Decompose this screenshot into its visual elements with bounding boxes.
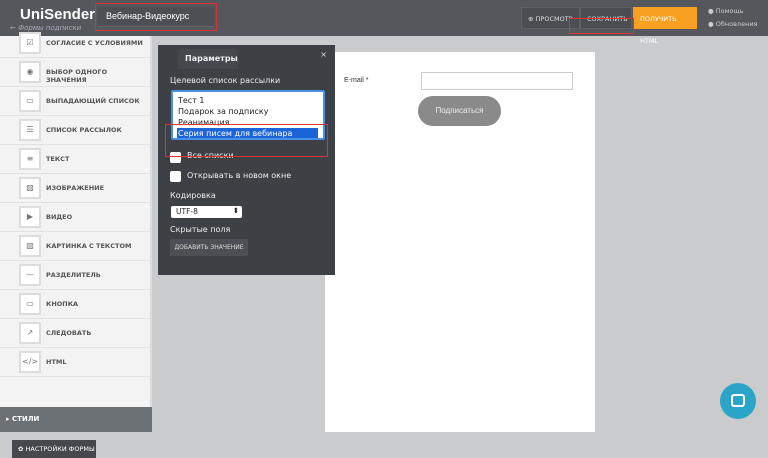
list-option[interactable]: Тест 1 <box>173 95 323 106</box>
sidebar-item[interactable]: ☑ СОГЛАСИЕ С УСЛОВИЯМИ <box>0 29 150 58</box>
sidebar-item-label: ВЫБОР ОДНОГО ЗНАЧЕНИЯ <box>46 68 108 84</box>
sidebar-item[interactable]: ▶ ВИДЕО <box>0 203 150 232</box>
target-list-label: Целевой список рассылки <box>170 76 281 85</box>
select-arrows-icon: ⬍ <box>232 206 239 215</box>
email-label: E-mail * <box>344 77 369 84</box>
styles-section-toggle[interactable]: ▸ СТИЛИ <box>0 407 152 432</box>
sidebar-item-label: ТЕКСТ <box>46 155 70 163</box>
sidebar-item[interactable]: ◉ ВЫБОР ОДНОГО ЗНАЧЕНИЯ <box>0 58 150 87</box>
element-icon: ☑ <box>19 32 41 54</box>
logo: UniSender <box>20 6 96 23</box>
highlight-box <box>165 124 328 157</box>
sidebar-item-label: КНОПКА <box>46 300 79 308</box>
element-icon: ▨ <box>19 235 41 257</box>
sidebar-item-label: ВЫПАДАЮЩИЙ СПИСОК <box>46 97 140 105</box>
list-option[interactable]: Подарок за подписку <box>173 106 323 117</box>
sidebar-item-label: HTML <box>46 358 67 366</box>
sidebar-item[interactable]: — РАЗДЕЛИТЕЛЬ <box>0 261 150 290</box>
sidebar-item[interactable]: ≡ ТЕКСТ <box>0 145 150 174</box>
sidebar-item-label: ИЗОБРАЖЕНИЕ <box>46 184 105 192</box>
element-icon: ▭ <box>19 293 41 315</box>
hidden-fields-label: Скрытые поля <box>170 225 231 234</box>
new-window-label: Открывать в новом окне <box>187 171 292 180</box>
get-html-button[interactable]: ПОЛУЧИТЬ HTML <box>633 7 697 45</box>
element-icon: ↗ <box>19 322 41 344</box>
element-icon: ☰ <box>19 119 41 141</box>
new-window-checkbox[interactable] <box>170 171 181 182</box>
highlight-box <box>95 3 217 31</box>
element-icon: ▶ <box>19 206 41 228</box>
tab-parameters[interactable]: Параметры <box>178 49 238 69</box>
sidebar-item[interactable]: ↗ СЛЕДОВАТЬ <box>0 319 150 348</box>
element-icon: ◉ <box>19 61 41 83</box>
sidebar-item[interactable]: ▭ КНОПКА <box>0 290 150 319</box>
element-icon: ▨ <box>19 177 41 199</box>
highlight-box <box>569 18 634 34</box>
sidebar-item[interactable]: ▭ ВЫПАДАЮЩИЙ СПИСОК <box>0 87 150 116</box>
sidebar-item[interactable]: ▨ ИЗОБРАЖЕНИЕ <box>0 174 150 203</box>
gear-icon: ✿ <box>18 445 26 453</box>
sidebar-item[interactable]: ▨ КАРТИНКА С ТЕКСТОМ <box>0 232 150 261</box>
sidebar-item-label: СОГЛАСИЕ С УСЛОВИЯМИ <box>46 39 143 47</box>
sidebar-item-label: КАРТИНКА С ТЕКСТОМ <box>46 242 132 250</box>
form-settings-button[interactable]: ✿ НАСТРОЙКИ ФОРМЫ <box>12 440 96 458</box>
sidebar-item-label: СПИСОК РАССЫЛОК <box>46 126 122 134</box>
encoding-select[interactable]: UTF-8 ⬍ <box>171 206 242 218</box>
element-icon: ≡ <box>19 148 41 170</box>
subscribe-button[interactable]: Подписаться <box>418 96 501 126</box>
encoding-label: Кодировка <box>170 191 216 200</box>
close-icon[interactable]: × <box>320 50 327 59</box>
sidebar: ☑ СОГЛАСИЕ С УСЛОВИЯМИ ◉ ВЫБОР ОДНОГО ЗНАЧЕ… <box>0 32 152 458</box>
element-icon: ▭ <box>19 90 41 112</box>
updates-link[interactable]: ● Обновления <box>708 20 757 28</box>
chat-widget-button[interactable] <box>720 383 756 419</box>
add-value-button[interactable]: ДОБАВИТЬ ЗНАЧЕНИЕ <box>170 239 248 256</box>
sidebar-item-label: СЛЕДОВАТЬ <box>46 329 92 337</box>
sidebar-item-label: РАЗДЕЛИТЕЛЬ <box>46 271 101 279</box>
help-link[interactable]: ● Помощь <box>708 7 743 15</box>
email-input[interactable] <box>421 72 573 90</box>
element-icon: — <box>19 264 41 286</box>
element-icon: </> <box>19 351 41 373</box>
parameters-panel: Параметры × Целевой список рассылки Все … <box>158 45 335 275</box>
sidebar-item-label: ВИДЕО <box>46 213 73 221</box>
sidebar-item[interactable]: </> HTML <box>0 348 150 377</box>
chat-icon <box>731 394 745 407</box>
search-icon: ⊕ <box>528 15 536 23</box>
sidebar-item[interactable]: ☰ СПИСОК РАССЫЛОК <box>0 116 150 145</box>
